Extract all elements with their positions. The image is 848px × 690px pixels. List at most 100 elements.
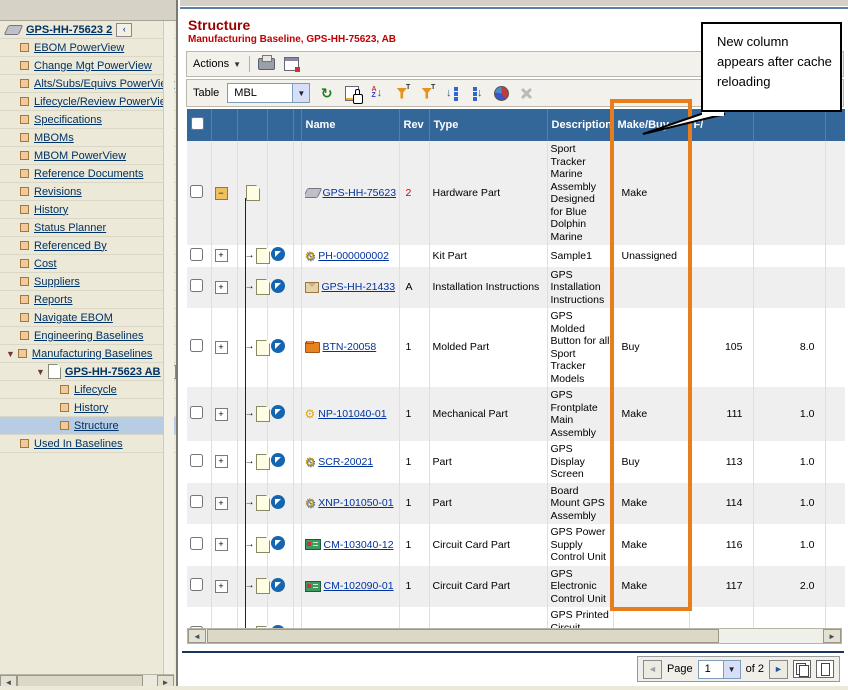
sidebar-item-label[interactable]: Suppliers	[34, 276, 80, 288]
expand-row-icon[interactable]: +	[215, 408, 228, 421]
sidebar-item-referenced-by[interactable]: Referenced By	[0, 237, 176, 255]
row-checkbox[interactable]	[190, 454, 203, 467]
sidebar-item-lifecycle-review-powerview[interactable]: Lifecycle/Review PowerView	[0, 93, 176, 111]
sidebar-item-navigate-ebom[interactable]: Navigate EBOM	[0, 309, 176, 327]
sidebar-item-label[interactable]: Used In Baselines	[34, 438, 123, 450]
part-link[interactable]: CM-102090-01	[324, 580, 394, 593]
go-to-icon[interactable]	[271, 453, 285, 467]
go-to-icon[interactable]	[271, 495, 285, 509]
sidebar-item-reference-documents[interactable]: Reference Documents	[0, 165, 176, 183]
header-make-buy[interactable]: Make/Buy	[613, 109, 689, 141]
expand-row-icon[interactable]: +	[215, 281, 228, 294]
sidebar-item-revisions[interactable]: Revisions	[0, 183, 176, 201]
row-checkbox[interactable]	[190, 248, 203, 261]
sidebar-item-suppliers[interactable]: Suppliers	[0, 273, 176, 291]
sidebar-item-alts-subs-equivs-powerview[interactable]: Alts/Subs/Equivs PowerView	[0, 75, 176, 93]
sidebar-item-baseline-history[interactable]: History	[0, 399, 176, 417]
sidebar-item-label[interactable]: History	[74, 402, 108, 414]
sidebar-item-used-in-baselines[interactable]: Used In Baselines	[0, 435, 176, 453]
page-select[interactable]: 1 ▼	[698, 660, 741, 679]
sidebar-vertical-scrollbar[interactable]	[163, 21, 174, 674]
sidebar-item-manufacturing-baselines[interactable]: ▼ Manufacturing Baselines	[0, 345, 176, 363]
sidebar-item-change-mgt-powerview[interactable]: Change Mgt PowerView	[0, 57, 176, 75]
row-checkbox[interactable]	[190, 537, 203, 550]
sidebar-item-label[interactable]: Change Mgt PowerView	[34, 60, 152, 72]
select-dropdown-button[interactable]: ▼	[292, 84, 309, 102]
expanded-triangle-icon[interactable]: ▼	[6, 349, 15, 359]
sidebar-item-label[interactable]: Engineering Baselines	[34, 330, 143, 342]
edit-table-button[interactable]	[343, 85, 360, 101]
sidebar-root-link[interactable]: GPS-HH-75623 2	[26, 24, 112, 36]
sidebar-item-label[interactable]: History	[34, 204, 68, 216]
expand-row-icon[interactable]: +	[215, 538, 228, 551]
sidebar-item-label[interactable]: Lifecycle	[74, 384, 117, 396]
sidebar-item-label[interactable]: Manufacturing Baselines	[32, 348, 152, 360]
select-all-checkbox[interactable]	[191, 117, 204, 130]
sidebar-item-cost[interactable]: Cost	[0, 255, 176, 273]
sidebar-item-history[interactable]: History	[0, 201, 176, 219]
row-checkbox[interactable]	[190, 185, 203, 198]
table-view-select[interactable]: MBL ▼	[227, 83, 310, 103]
part-link[interactable]: NP-101040-01	[318, 408, 386, 421]
expand-row-icon[interactable]: +	[215, 455, 228, 468]
table-horizontal-scrollbar[interactable]: ◄ ►	[187, 628, 842, 644]
sidebar-item-lifecycle[interactable]: Lifecycle	[0, 381, 176, 399]
sort-button[interactable]: AZ ↓	[368, 85, 385, 101]
part-link[interactable]: GPS-HH-75623	[323, 187, 396, 200]
expand-row-icon[interactable]: +	[215, 249, 228, 262]
actions-menu-button[interactable]: Actions ▼	[193, 58, 241, 70]
sidebar-item-label[interactable]: EBOM PowerView	[34, 42, 124, 54]
go-to-icon[interactable]	[271, 405, 285, 419]
sidebar-item-reports[interactable]: Reports	[0, 291, 176, 309]
column-filter-button[interactable]: T	[418, 85, 435, 101]
expand-row-icon[interactable]: +	[215, 341, 228, 354]
sidebar-item-label[interactable]: Revisions	[34, 186, 82, 198]
scrollbar-thumb[interactable]	[207, 629, 719, 643]
part-link[interactable]: CM-103040-12	[324, 539, 394, 552]
prev-page-button[interactable]: ◄	[643, 660, 662, 679]
sidebar-item-label[interactable]: Reports	[34, 294, 73, 306]
sidebar-item-baseline[interactable]: ▼ GPS-HH-75623 AB ^	[0, 363, 176, 381]
sidebar-item-label[interactable]: Alts/Subs/Equivs PowerView	[34, 78, 174, 90]
go-to-icon[interactable]	[271, 279, 285, 293]
sidebar-item-status-planner[interactable]: Status Planner	[0, 219, 176, 237]
sidebar-item-mboms[interactable]: MBOMs	[0, 129, 176, 147]
part-link[interactable]: GPS-HH-21433	[322, 281, 396, 294]
select-dropdown-button[interactable]: ▼	[723, 661, 740, 678]
header-name[interactable]: Name	[301, 109, 399, 141]
refresh-button[interactable]: ↻	[318, 85, 335, 101]
scroll-left-button[interactable]: ◄	[188, 629, 206, 643]
header-qty[interactable]	[753, 109, 825, 141]
go-to-icon[interactable]	[271, 247, 285, 261]
expand-row-icon[interactable]: +	[215, 497, 228, 510]
header-fn[interactable]: F/	[689, 109, 753, 141]
go-to-icon[interactable]	[271, 578, 285, 592]
header-type[interactable]: Type	[429, 109, 547, 141]
sidebar-item-label[interactable]: Reference Documents	[34, 168, 143, 180]
export-button[interactable]	[283, 56, 300, 72]
sidebar-item-ebom-powerview[interactable]: EBOM PowerView	[0, 39, 176, 57]
part-link[interactable]: SCR-20021	[318, 456, 373, 469]
expand-row-icon[interactable]: +	[215, 580, 228, 593]
sidebar-item-label[interactable]: Specifications	[34, 114, 102, 126]
sidebar-item-label[interactable]: Lifecycle/Review PowerView	[34, 96, 174, 108]
collapse-panel-button[interactable]: ‹	[116, 23, 132, 37]
part-link[interactable]: PH-000000002	[318, 250, 389, 263]
part-link[interactable]: XNP-101050-01	[318, 497, 393, 510]
part-link[interactable]: BTN-20058	[323, 341, 377, 354]
filter-button[interactable]: T	[393, 85, 410, 101]
sidebar-item-label[interactable]: Structure	[74, 420, 119, 432]
show-all-pages-icon[interactable]	[793, 660, 811, 678]
header-rev[interactable]: Rev	[399, 109, 429, 141]
sidebar-item-label[interactable]: Status Planner	[34, 222, 106, 234]
next-page-button[interactable]: ►	[769, 660, 788, 679]
sidebar-item-label[interactable]: MBOM PowerView	[34, 150, 126, 162]
expand-levels-button[interactable]: ↓	[468, 85, 485, 101]
sidebar-item-mbom-powerview[interactable]: MBOM PowerView	[0, 147, 176, 165]
row-checkbox[interactable]	[190, 279, 203, 292]
sidebar-item-label[interactable]: Cost	[34, 258, 57, 270]
sidebar-item-label[interactable]: Referenced By	[34, 240, 107, 252]
row-checkbox[interactable]	[190, 406, 203, 419]
expand-structure-button[interactable]: ↓	[443, 85, 460, 101]
scroll-right-button[interactable]: ►	[823, 629, 841, 643]
